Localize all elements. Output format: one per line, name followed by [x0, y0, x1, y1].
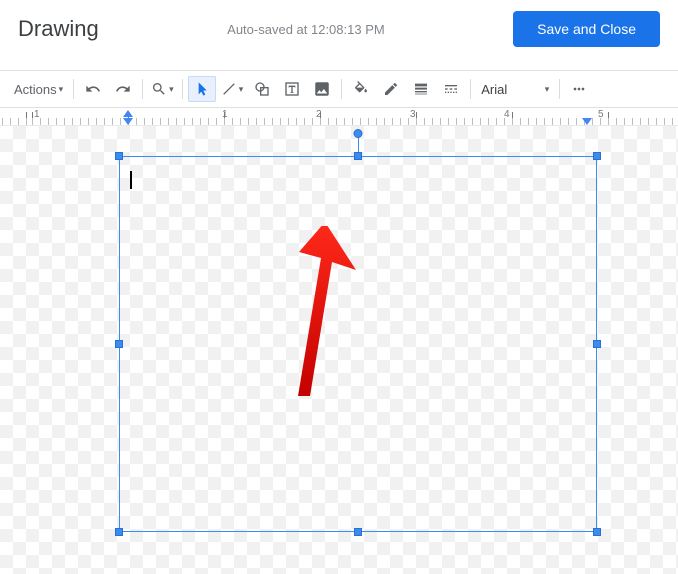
separator — [559, 79, 560, 99]
dialog-title: Drawing — [18, 16, 99, 42]
resize-handle-mr[interactable] — [593, 340, 601, 348]
cursor-icon — [194, 81, 210, 97]
autosave-status: Auto-saved at 12:08:13 PM — [227, 22, 385, 37]
border-dash-button[interactable] — [437, 76, 465, 102]
dropdown-icon: ▾ — [169, 84, 174, 95]
save-and-close-button[interactable]: Save and Close — [513, 11, 660, 47]
pencil-icon — [383, 81, 399, 97]
shape-tool-button[interactable] — [248, 76, 276, 102]
undo-button[interactable] — [79, 76, 107, 102]
border-color-button[interactable] — [377, 76, 405, 102]
line-icon — [221, 81, 237, 97]
separator — [182, 79, 183, 99]
text-cursor — [130, 171, 132, 189]
zoom-button[interactable]: ▾ — [148, 76, 177, 102]
more-icon — [571, 81, 587, 97]
redo-button[interactable] — [109, 76, 137, 102]
separator — [470, 79, 471, 99]
more-button[interactable] — [565, 76, 593, 102]
select-tool-button[interactable] — [188, 76, 216, 102]
text-box-shape[interactable] — [119, 156, 597, 532]
undo-icon — [85, 81, 101, 97]
dropdown-icon: ▾ — [545, 84, 550, 95]
drawing-canvas[interactable] — [0, 126, 678, 574]
border-weight-button[interactable] — [407, 76, 435, 102]
resize-handle-ml[interactable] — [115, 340, 123, 348]
separator — [73, 79, 74, 99]
paint-bucket-icon — [353, 81, 369, 97]
toolbar: Actions ▾ ▾ ▾ — [0, 71, 678, 107]
resize-handle-bl[interactable] — [115, 528, 123, 536]
shapes-icon — [254, 81, 270, 97]
line-dash-icon — [443, 81, 459, 97]
font-name-label: Arial — [481, 82, 507, 97]
resize-handle-tr[interactable] — [593, 152, 601, 160]
resize-handle-br[interactable] — [593, 528, 601, 536]
ruler-indent-marker-left[interactable] — [123, 118, 133, 125]
redo-icon — [115, 81, 131, 97]
text-box-button[interactable] — [278, 76, 306, 102]
ruler-indent-marker-right[interactable] — [582, 118, 592, 125]
image-icon — [313, 80, 331, 98]
dropdown-icon: ▾ — [239, 84, 244, 95]
separator — [341, 79, 342, 99]
line-weight-icon — [413, 81, 429, 97]
resize-handle-tl[interactable] — [115, 152, 123, 160]
horizontal-ruler: 1 1 2 3 4 5 — [0, 108, 678, 126]
fill-color-button[interactable] — [347, 76, 375, 102]
resize-handle-bm[interactable] — [354, 528, 362, 536]
zoom-icon — [151, 81, 167, 97]
font-picker[interactable]: Arial ▾ — [475, 76, 555, 102]
ruler-first-line-marker[interactable] — [123, 110, 133, 117]
actions-menu-button[interactable]: Actions ▾ — [9, 76, 68, 102]
dialog-header: Drawing Auto-saved at 12:08:13 PM Save a… — [0, 0, 678, 58]
resize-handle-tm[interactable] — [354, 152, 362, 160]
rotate-handle[interactable] — [354, 129, 363, 138]
separator — [142, 79, 143, 99]
line-tool-button[interactable]: ▾ — [218, 76, 247, 102]
text-box-icon — [284, 81, 300, 97]
toolbar-container: Actions ▾ ▾ ▾ — [0, 70, 678, 108]
dropdown-icon: ▾ — [59, 84, 64, 95]
image-button[interactable] — [308, 76, 336, 102]
